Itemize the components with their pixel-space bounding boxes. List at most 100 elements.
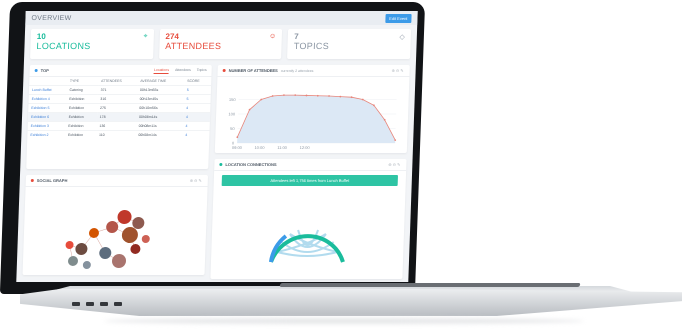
chord-diagram [268, 229, 345, 263]
cell-score: 4 [182, 121, 210, 131]
cell-score: 4 [182, 130, 210, 139]
top-table: TYPE ATTENDEES AVERAGE TIME SCORE Lunch … [27, 77, 212, 139]
top-panel-header: TOP Locations Attendees Topics [29, 65, 212, 77]
attendees-panel-subtitle: currently 2 attendees [280, 68, 314, 73]
tab-topics[interactable]: Topics [197, 68, 207, 74]
graph-node[interactable] [99, 247, 112, 259]
social-panel-title: SOCIAL GRAPH [36, 178, 68, 183]
top-tabs: Locations Attendees Topics [153, 67, 207, 74]
stat-card-locations: 10 LOCATIONS ⌖ [30, 29, 154, 59]
location-link[interactable]: Exhibition 3 [27, 121, 66, 131]
stat-number: 10 [36, 32, 46, 41]
panel-dot-icon [34, 69, 38, 72]
x-tick-label: 10:00 [254, 145, 265, 150]
laptop-ports [72, 302, 122, 306]
location-link[interactable]: Lunch Buffet [28, 85, 67, 95]
panel-tools-icon[interactable]: ⊕⊖✎ [392, 68, 405, 73]
stat-label: TOPICS [293, 41, 330, 51]
graph-node[interactable] [88, 228, 99, 238]
cell-type: Exhibition [65, 121, 97, 131]
graph-node[interactable] [121, 227, 139, 243]
col-header [29, 77, 67, 86]
connections-panel-header: LOCATION CONNECTIONS ⊕⊖✎ [214, 159, 407, 171]
table-row[interactable]: Exhibition 6 Exhibition 178 00h08m14s 4 [27, 112, 211, 122]
cell-score: 4 [182, 112, 211, 122]
stat-card-topics: 7 TOPICS ◇ [287, 29, 412, 59]
graph-node[interactable] [65, 241, 74, 249]
tag-icon: ◇ [399, 34, 405, 41]
tab-attendees[interactable]: Attendees [175, 68, 191, 74]
cell-type: Exhibition [64, 130, 97, 139]
x-tick-label: 11:00 [277, 145, 288, 150]
connections-panel: LOCATION CONNECTIONS ⊕⊖✎ Attendees left … [210, 159, 407, 279]
cell-attendees: 275 [96, 103, 137, 113]
social-panel: SOCIAL GRAPH ⊕⊖✎ [22, 175, 209, 275]
graph-node[interactable] [132, 217, 145, 229]
cell-time: 00h08m11s [135, 121, 183, 131]
table-row[interactable]: Exhibition 3 Exhibition 136 00h08m11s 4 [27, 121, 210, 131]
page-title: OVERVIEW [31, 14, 72, 22]
cell-type: Catering [66, 85, 98, 95]
top-panel: TOP Locations Attendees Topics TYPE ATTE… [26, 65, 212, 169]
graph-node[interactable] [82, 261, 91, 269]
panel-dot-icon [219, 163, 223, 166]
graph-node[interactable] [67, 256, 79, 266]
col-header: ATTENDEES [100, 79, 122, 83]
cell-score: 4 [183, 103, 211, 113]
tab-locations[interactable]: Locations [153, 67, 170, 74]
panel-tools-icon[interactable]: ⊕⊖✎ [388, 162, 401, 167]
top-panel-title: TOP [40, 68, 49, 73]
x-tick-label: 09:00 [232, 145, 243, 150]
cell-time: 00h13m55s [136, 85, 184, 95]
cell-attendees: 371 [97, 85, 138, 95]
dashboard-screen: OVERVIEW Edit Event 10 LOCATIONS ⌖ 274 A… [16, 11, 418, 282]
x-tick-label: 12:00 [300, 145, 311, 150]
cell-time: 00h10m56s [136, 103, 184, 113]
panel-tools-icon[interactable]: ⊕⊖✎ [190, 178, 203, 183]
laptop-shadow [104, 318, 584, 324]
dashboard-topbar: OVERVIEW Edit Event [25, 11, 418, 25]
y-tick-label: 50 [230, 126, 235, 131]
stat-label: ATTENDEES [165, 41, 222, 51]
cell-type: Exhibition [65, 103, 98, 113]
edit-event-button[interactable]: Edit Event [385, 13, 412, 23]
graph-node[interactable] [75, 243, 88, 255]
y-tick-label: 150 [229, 97, 237, 102]
table-row[interactable]: Exhibition 5 Exhibition 275 00h10m56s 4 [28, 103, 211, 113]
graph-node[interactable] [117, 210, 132, 224]
location-link[interactable]: Exhibition 2 [27, 130, 66, 139]
table-row[interactable]: Exhibition 2 Exhibition 110 00h08m14s 4 [27, 130, 210, 139]
location-link[interactable]: Exhibition 4 [28, 94, 67, 104]
laptop-hinge [279, 283, 581, 287]
col-header: TYPE [69, 79, 80, 83]
graph-node[interactable] [130, 244, 141, 254]
attendees-panel-header: NUMBER OF ATTENDEES currently 2 attendee… [217, 65, 410, 77]
cell-time: 00h13m45s [136, 94, 184, 104]
panel-dot-icon [222, 69, 226, 72]
y-tick-label: 100 [228, 112, 236, 117]
location-link[interactable]: Exhibition 5 [28, 103, 67, 113]
stat-number: 274 [165, 32, 180, 41]
cell-attendees: 136 [96, 121, 136, 131]
graph-node[interactable] [111, 254, 127, 268]
cell-attendees: 110 [95, 130, 136, 139]
attendees-panel: NUMBER OF ATTENDEES currently 2 attendee… [214, 65, 410, 153]
cell-score: 5 [183, 85, 212, 95]
stat-card-attendees: 274 ATTENDEES ☺ [158, 29, 283, 59]
cell-type: Exhibition [66, 94, 98, 104]
table-row[interactable]: Exhibition 4 Exhibition 316 00h13m45s 5 [28, 94, 211, 104]
location-link[interactable]: Exhibition 6 [27, 112, 66, 122]
cell-score: 5 [183, 94, 211, 104]
cell-type: Exhibition [65, 112, 97, 122]
col-header: SCORE [187, 79, 200, 83]
stats-row: 10 LOCATIONS ⌖ 274 ATTENDEES ☺ 7 TOPICS … [24, 25, 417, 59]
graph-node[interactable] [141, 235, 150, 243]
col-header: AVERAGE TIME [140, 79, 167, 83]
cell-attendees: 316 [97, 94, 137, 104]
area-fill [237, 95, 396, 143]
panel-dot-icon [30, 179, 34, 182]
social-graph [65, 210, 150, 269]
graph-node[interactable] [106, 221, 119, 233]
map-pin-icon: ⌖ [143, 33, 148, 40]
table-row[interactable]: Lunch Buffet Catering 371 00h13m55s 5 [28, 85, 212, 95]
